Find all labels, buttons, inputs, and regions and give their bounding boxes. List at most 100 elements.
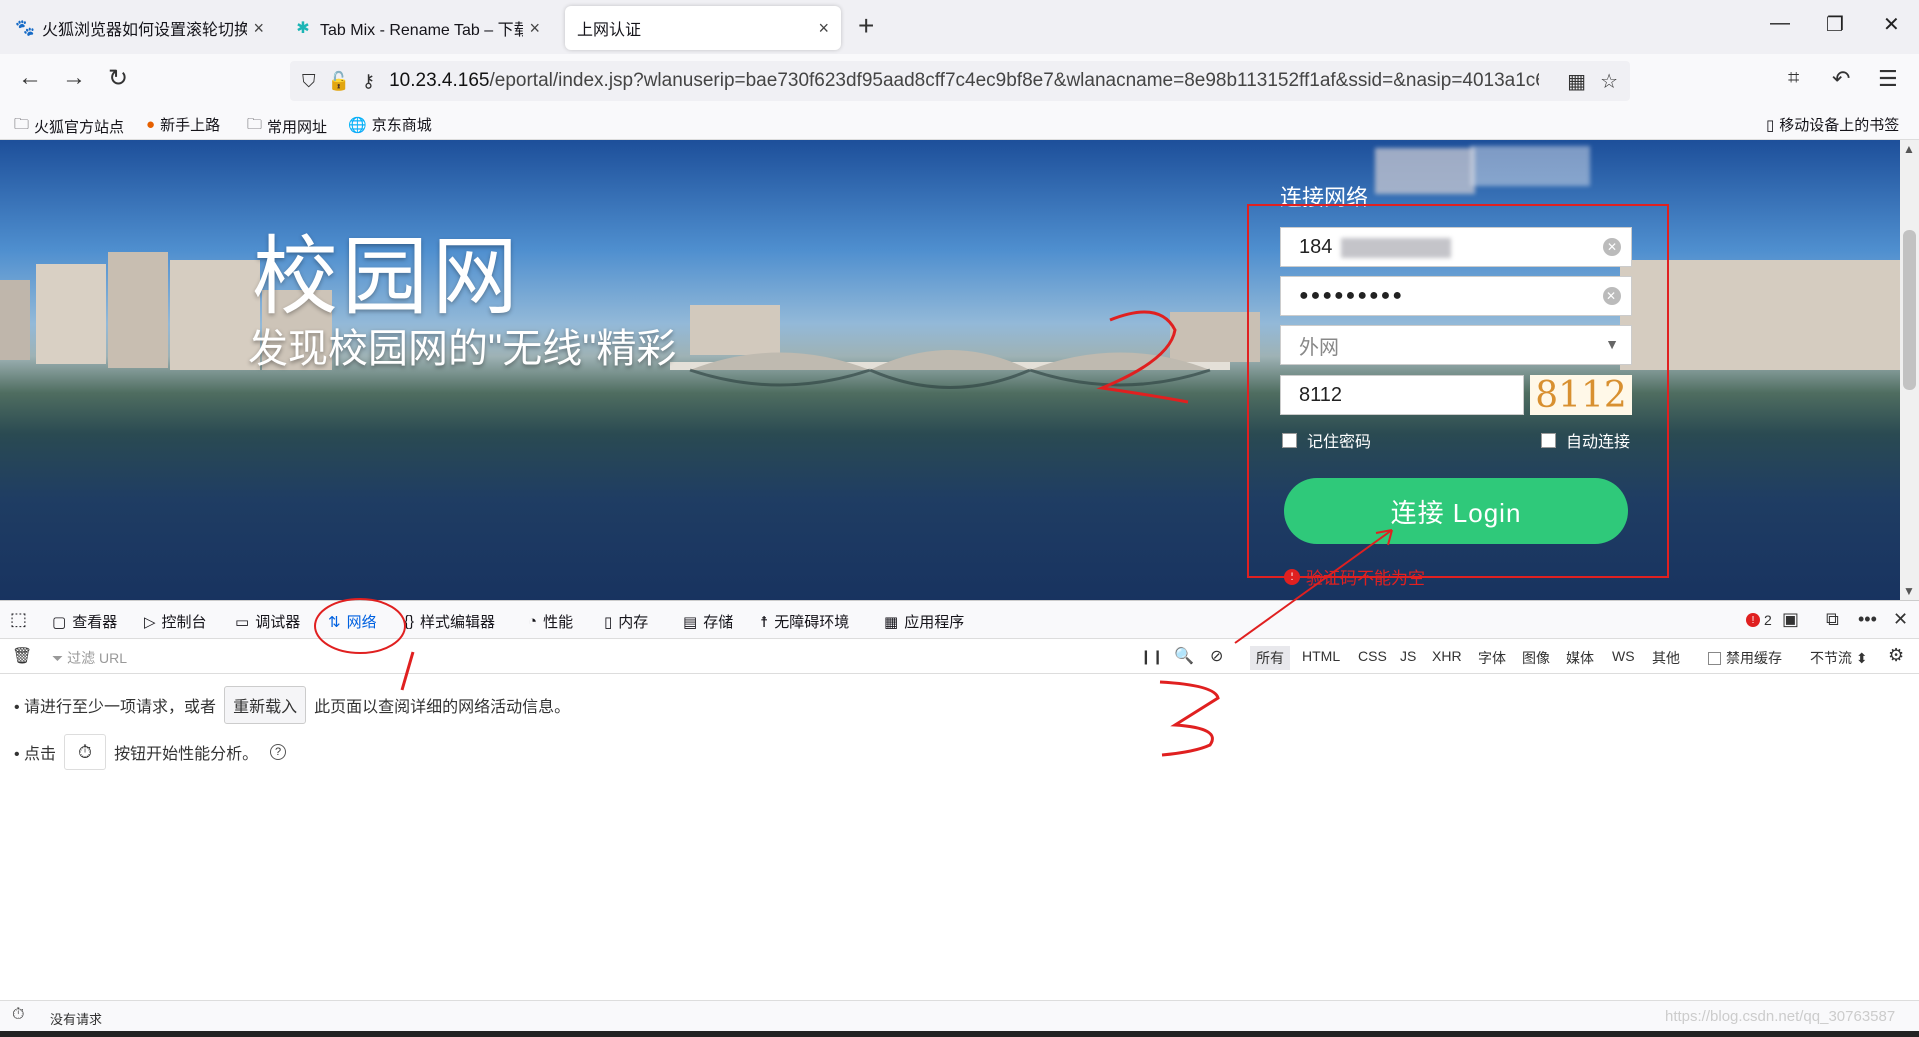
memory-icon: ▯ (604, 613, 613, 631)
url-text[interactable]: 10.23.4.165/eportal/index.jsp?wlanuserip… (389, 70, 1539, 92)
stopwatch-icon[interactable]: ⏱ (64, 734, 107, 770)
close-tab-icon[interactable]: × (529, 18, 540, 39)
minimize-icon[interactable]: — (1770, 12, 1790, 35)
filter-xhr[interactable]: XHR (1432, 648, 1462, 664)
error-count-badge[interactable]: ! 2 (1746, 612, 1772, 628)
tab-strip: 🐾 火狐浏览器如何设置滚轮切换标 × ✱ Tab Mix - Rename Ta… (0, 0, 1919, 54)
bookmark-item[interactable]: 🌐 京东商城 (348, 114, 432, 135)
search-icon[interactable]: 🔍 (1174, 646, 1194, 666)
checkbox-box[interactable] (1708, 651, 1721, 665)
qr-code-icon[interactable]: ▦ (1567, 69, 1586, 94)
permissions-icon[interactable]: ⚷ (362, 71, 375, 92)
tab-memory[interactable]: ▯ 内存 (604, 611, 648, 632)
devtools-toolbar: ⬚ ▢ 查看器 ▷ 控制台 ▭ 调试器 ⇅ 网络 {} 样式编辑器 ◔ 性能 ▯ 内存 ▤ 存储… (0, 600, 1919, 639)
close-window-icon[interactable]: ✕ (1883, 12, 1900, 37)
captcha-input[interactable]: 8112 (1280, 375, 1524, 415)
url-bar[interactable]: ⛉ 🔓 ⚷ 10.23.4.165/eportal/index.jsp?wlan… (290, 61, 1630, 101)
page-scrollbar[interactable]: ▲ ▼ (1900, 140, 1919, 600)
status-text: 没有请求 (50, 1012, 103, 1027)
network-select[interactable]: 外网 ▼ (1280, 325, 1632, 365)
folder-icon: 🗀 (247, 116, 263, 133)
checkbox-box[interactable] (1541, 432, 1556, 448)
checkbox-box[interactable] (1282, 432, 1297, 448)
new-tab-button[interactable]: + (858, 10, 874, 42)
more-options-icon[interactable]: ••• (1858, 609, 1877, 630)
tab-application[interactable]: ▦ 应用程序 (884, 611, 964, 632)
split-console-icon[interactable]: ▣ (1782, 609, 1799, 630)
screenshot-icon[interactable]: ⌗ (1788, 67, 1799, 90)
bookmark-star-icon[interactable]: ☆ (1600, 69, 1618, 94)
bookmark-item[interactable]: ● 新手上路 (146, 114, 220, 135)
network-empty-message: • 请进行至少一项请求，或者 重新载入 此页面以查阅详细的网络活动信息。 (14, 686, 570, 724)
tab-debugger[interactable]: ▭ 调试器 (235, 611, 300, 632)
bookmark-item[interactable]: 🗀 常用网址 (247, 114, 327, 139)
taskbar-edge (0, 1031, 1919, 1037)
username-input[interactable]: 184 ✕ (1280, 227, 1632, 267)
auto-connect-checkbox[interactable]: 自动连接 (1541, 428, 1630, 452)
undo-icon[interactable]: ↶ (1832, 66, 1850, 92)
checkbox-label: 记住密码 (1307, 434, 1372, 451)
filter-js[interactable]: JS (1400, 648, 1416, 664)
tab-portal[interactable]: 上网认证 × (565, 6, 841, 50)
login-button[interactable]: 连接 Login (1284, 478, 1628, 544)
tab-tabmix[interactable]: ✱ Tab Mix - Rename Tab – 下载 × (282, 6, 552, 50)
trash-icon[interactable]: 🗑 (12, 646, 32, 666)
tab-inspector[interactable]: ▢ 查看器 (52, 611, 117, 632)
filter-other[interactable]: 其他 (1652, 648, 1680, 668)
shield-icon[interactable]: ⛉ (302, 71, 316, 92)
clear-icon[interactable]: ✕ (1603, 287, 1621, 305)
reload-button[interactable]: 重新载入 (224, 686, 307, 724)
disable-cache-checkbox[interactable]: 禁用缓存 (1708, 648, 1782, 668)
bookmark-item[interactable]: 🗀 火狐官方站点 (14, 114, 124, 139)
element-picker-icon[interactable]: ⬚ (10, 609, 27, 630)
restore-icon[interactable]: ❐ (1826, 12, 1844, 37)
scroll-thumb[interactable] (1903, 230, 1916, 390)
bridge-image (670, 350, 1230, 389)
tab-storage[interactable]: ▤ 存储 (683, 611, 733, 632)
mobile-bookmarks[interactable]: ▯ 移动设备上的书签 (1766, 114, 1899, 135)
filter-fonts[interactable]: 字体 (1478, 648, 1506, 668)
tab-console[interactable]: ▷ 控制台 (144, 611, 207, 632)
tab-accessibility[interactable]: ☨ 无障碍环境 (760, 611, 849, 632)
tab-title: 上网认证 (577, 22, 642, 39)
close-tab-icon[interactable]: × (818, 18, 829, 39)
tab-style-editor[interactable]: {} 样式编辑器 (404, 611, 495, 632)
insecure-lock-icon[interactable]: 🔓 (328, 71, 350, 92)
block-icon[interactable]: ⊘ (1210, 646, 1223, 666)
blurred-logo (1470, 146, 1590, 186)
tab-firefox-scroll[interactable]: 🐾 火狐浏览器如何设置滚轮切换标 × (4, 6, 276, 50)
captcha-image[interactable]: 8112 (1530, 375, 1632, 416)
filter-css[interactable]: CSS (1358, 648, 1387, 664)
gear-icon[interactable]: ⚙ (1888, 645, 1904, 666)
globe-icon: 🌐 (348, 116, 367, 134)
stopwatch-icon[interactable]: ⏱ (12, 1006, 24, 1024)
network-icon: ⇅ (328, 613, 341, 631)
clear-icon[interactable]: ✕ (1603, 238, 1621, 256)
forward-icon[interactable]: → (62, 64, 86, 92)
tab-performance[interactable]: ◔ 性能 (528, 611, 573, 632)
hero-subtitle: 发现校园网的"无线"精彩 (248, 327, 677, 371)
browser-window: 🐾 火狐浏览器如何设置滚轮切换标 × ✱ Tab Mix - Rename Ta… (0, 0, 1919, 1037)
filter-media[interactable]: 媒体 (1566, 648, 1594, 668)
back-icon[interactable]: ← (18, 64, 42, 92)
filter-images[interactable]: 图像 (1522, 648, 1550, 668)
help-icon[interactable]: ? (270, 744, 287, 760)
close-tab-icon[interactable]: × (253, 18, 264, 39)
remember-password-checkbox[interactable]: 记住密码 (1282, 428, 1371, 452)
password-input[interactable]: ●●●●●●●●● ✕ (1280, 276, 1632, 316)
filter-all[interactable]: 所有 (1250, 646, 1290, 670)
filter-url-input[interactable]: ⏷ 过滤 URL (52, 648, 127, 668)
filter-html[interactable]: HTML (1302, 648, 1340, 664)
pause-icon[interactable]: ❙❙ (1140, 648, 1163, 665)
paw-icon: 🐾 (15, 20, 35, 37)
throttle-select[interactable]: 不节流 ⬍ (1810, 648, 1868, 668)
building-image (1620, 260, 1900, 370)
filter-ws[interactable]: WS (1612, 648, 1635, 664)
menu-icon[interactable]: ☰ (1878, 66, 1898, 92)
scroll-down-icon[interactable]: ▼ (1903, 584, 1915, 598)
responsive-mode-icon[interactable]: ⧉ (1826, 609, 1839, 630)
close-devtools-icon[interactable]: ✕ (1893, 609, 1908, 630)
reload-icon[interactable]: ↻ (108, 64, 128, 93)
scroll-up-icon[interactable]: ▲ (1903, 142, 1915, 156)
tab-network[interactable]: ⇅ 网络 (328, 611, 377, 632)
